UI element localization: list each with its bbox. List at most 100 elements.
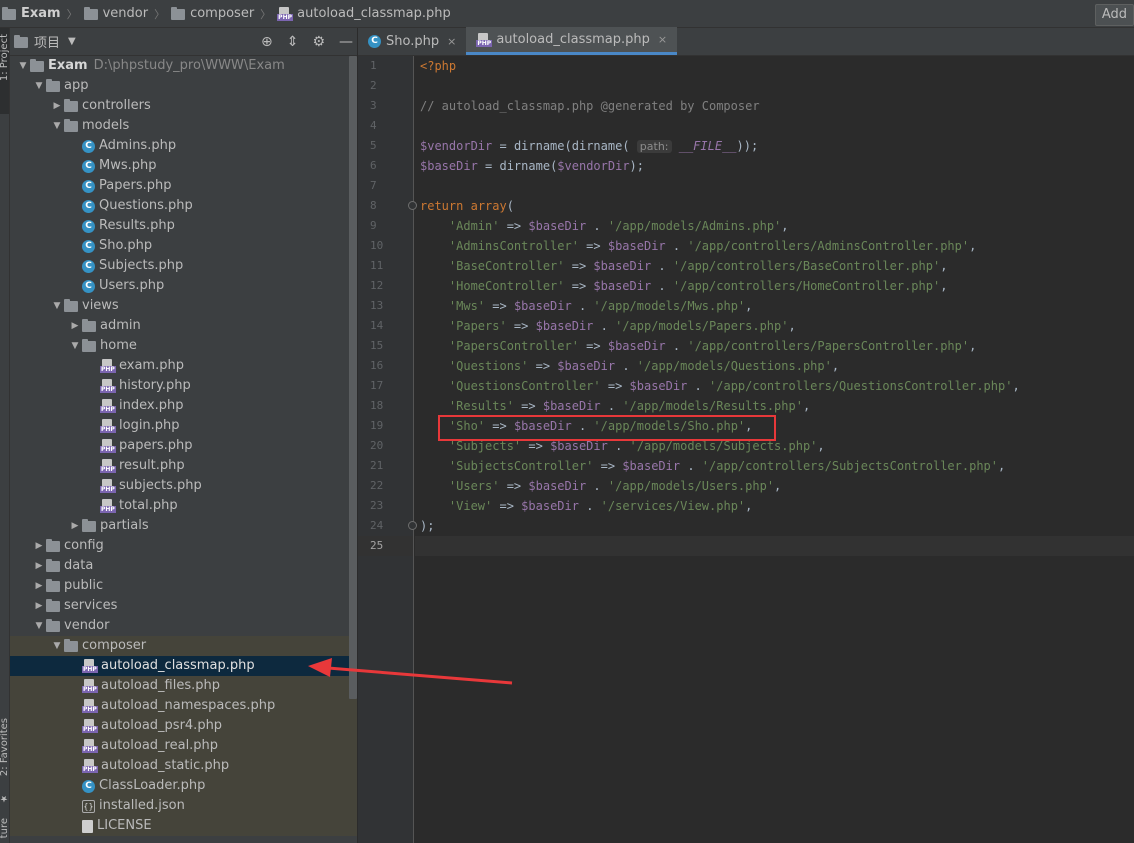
breadcrumb-file[interactable]: autoload_classmap.php (277, 0, 451, 28)
collapsed-arrow-icon[interactable]: ▶ (32, 536, 46, 556)
code-line[interactable]: <?php (415, 56, 1134, 76)
tree-folder[interactable]: ▼ home (10, 336, 357, 356)
code-line[interactable]: 'Users' => $baseDir . '/app/models/Users… (415, 476, 1134, 496)
tree-folder[interactable]: ▶ config (10, 536, 357, 556)
tree-folder[interactable]: ▶ public (10, 576, 357, 596)
code-line[interactable]: return array( (415, 196, 1134, 216)
tree-file[interactable]: total.php (10, 496, 357, 516)
code-line[interactable] (415, 76, 1134, 96)
collapsed-arrow-icon[interactable]: ▶ (68, 516, 82, 536)
tree-file[interactable]: result.php (10, 456, 357, 476)
tree-folder[interactable]: ▼ app (10, 76, 357, 96)
code-line[interactable]: 'SubjectsController' => $baseDir . '/app… (415, 456, 1134, 476)
code-line[interactable]: 'BaseController' => $baseDir . '/app/con… (415, 256, 1134, 276)
expanded-arrow-icon[interactable]: ▼ (16, 56, 30, 76)
expanded-arrow-icon[interactable]: ▼ (50, 636, 64, 656)
code-line[interactable] (415, 176, 1134, 196)
code-line[interactable]: 'View' => $baseDir . '/services/View.php… (415, 496, 1134, 516)
code-line[interactable]: 'QuestionsController' => $baseDir . '/ap… (415, 376, 1134, 396)
project-view-title[interactable]: 项目 (34, 32, 60, 51)
line-number: 15 (370, 339, 384, 352)
tab-autoload-classmap[interactable]: autoload_classmap.php × (466, 27, 678, 55)
collapsed-arrow-icon[interactable]: ▶ (32, 596, 46, 616)
breadcrumb-project[interactable]: Exam (2, 0, 61, 28)
code-line[interactable]: ); (415, 516, 1134, 536)
collapse-all-icon[interactable]: ⇕ (287, 34, 299, 50)
code-area[interactable]: <?php // autoload_classmap.php @generate… (415, 56, 1134, 843)
hide-panel-icon[interactable]: — (339, 34, 353, 50)
tree-file[interactable]: exam.php (10, 356, 357, 376)
add-configuration-button[interactable]: Add (1094, 4, 1134, 26)
tree-file[interactable]: papers.php (10, 436, 357, 456)
tree-file[interactable]: C Questions.php (10, 196, 357, 216)
project-scrollbar[interactable] (349, 56, 357, 699)
tree-file[interactable]: C ClassLoader.php (10, 776, 357, 796)
php-file-icon (82, 739, 98, 753)
tree-folder[interactable]: ▼ views (10, 296, 357, 316)
expanded-arrow-icon[interactable]: ▼ (32, 616, 46, 636)
code-line[interactable]: 'HomeController' => $baseDir . '/app/con… (415, 276, 1134, 296)
code-line-current[interactable] (415, 536, 1134, 556)
tree-file[interactable]: autoload_real.php (10, 736, 357, 756)
favorites-tool-tab[interactable]: 2: Favorites (0, 718, 9, 776)
tree-folder[interactable]: ▶ data (10, 556, 357, 576)
code-line[interactable]: 'Results' => $baseDir . '/app/models/Res… (415, 396, 1134, 416)
tree-file[interactable]: history.php (10, 376, 357, 396)
tab-sho-php[interactable]: C Sho.php × (358, 27, 466, 55)
tree-file[interactable]: autoload_static.php (10, 756, 357, 776)
tree-file[interactable]: C Users.php (10, 276, 357, 296)
code-line[interactable]: $vendorDir = dirname(dirname( path: __FI… (415, 136, 1134, 156)
tree-folder[interactable]: ▶ partials (10, 516, 357, 536)
tree-file[interactable]: LICENSE (10, 816, 357, 836)
tree-root[interactable]: ▼ Exam D:\phpstudy_pro\WWW\Exam (10, 56, 357, 76)
tree-file[interactable]: autoload_psr4.php (10, 716, 357, 736)
tree-folder[interactable]: ▼ vendor (10, 616, 357, 636)
tree-folder[interactable]: ▶ services (10, 596, 357, 616)
expanded-arrow-icon[interactable]: ▼ (50, 296, 64, 316)
breadcrumb-composer[interactable]: composer (171, 0, 254, 28)
code-line[interactable]: 'AdminsController' => $baseDir . '/app/c… (415, 236, 1134, 256)
tree-folder[interactable]: ▼ models (10, 116, 357, 136)
tree-file[interactable]: autoload_namespaces.php (10, 696, 357, 716)
collapsed-arrow-icon[interactable]: ▶ (50, 96, 64, 116)
code-line[interactable]: 'Questions' => $baseDir . '/app/models/Q… (415, 356, 1134, 376)
tree-file[interactable]: C Admins.php (10, 136, 357, 156)
tree-file[interactable]: subjects.php (10, 476, 357, 496)
collapsed-arrow-icon[interactable]: ▶ (68, 316, 82, 336)
project-tool-tab[interactable]: 1: Project (0, 28, 9, 114)
code-line[interactable]: 'Mws' => $baseDir . '/app/models/Mws.php… (415, 296, 1134, 316)
tree-folder[interactable]: ▶ controllers (10, 96, 357, 116)
tool-window-stripe: 1: Project 2: Favorites ★ ture (0, 28, 10, 843)
line-number: 11 (370, 259, 384, 272)
collapsed-arrow-icon[interactable]: ▶ (32, 576, 46, 596)
tree-file[interactable]: login.php (10, 416, 357, 436)
gear-icon[interactable]: ⚙ (312, 34, 325, 50)
code-line[interactable]: 'Admin' => $baseDir . '/app/models/Admin… (415, 216, 1134, 236)
code-line[interactable] (415, 116, 1134, 136)
tree-file[interactable]: C Sho.php (10, 236, 357, 256)
code-line[interactable]: 'PapersController' => $baseDir . '/app/c… (415, 336, 1134, 356)
close-icon[interactable]: × (658, 33, 667, 46)
close-icon[interactable]: × (447, 35, 456, 48)
tree-file[interactable]: C Subjects.php (10, 256, 357, 276)
code-line[interactable]: 'Papers' => $baseDir . '/app/models/Pape… (415, 316, 1134, 336)
expanded-arrow-icon[interactable]: ▼ (50, 116, 64, 136)
tree-file[interactable]: index.php (10, 396, 357, 416)
collapsed-arrow-icon[interactable]: ▶ (32, 556, 46, 576)
php-file-icon (277, 6, 293, 21)
folder-icon (82, 319, 96, 332)
locate-icon[interactable]: ⊕ (261, 34, 273, 50)
structure-tool-tab[interactable]: ture (0, 818, 9, 838)
tree-file[interactable]: C Mws.php (10, 156, 357, 176)
code-line[interactable]: $baseDir = dirname($vendorDir); (415, 156, 1134, 176)
expanded-arrow-icon[interactable]: ▼ (68, 336, 82, 356)
tree-folder[interactable]: ▶ admin (10, 316, 357, 336)
expanded-arrow-icon[interactable]: ▼ (32, 76, 46, 96)
code-line[interactable]: // autoload_classmap.php @generated by C… (415, 96, 1134, 116)
chevron-down-icon[interactable]: ▼ (68, 36, 76, 47)
tree-file[interactable]: C Results.php (10, 216, 357, 236)
tree-file[interactable]: C Papers.php (10, 176, 357, 196)
tree-file[interactable]: {} installed.json (10, 796, 357, 816)
breadcrumb-vendor[interactable]: vendor (83, 0, 148, 28)
line-number-current: 25 (358, 536, 413, 556)
